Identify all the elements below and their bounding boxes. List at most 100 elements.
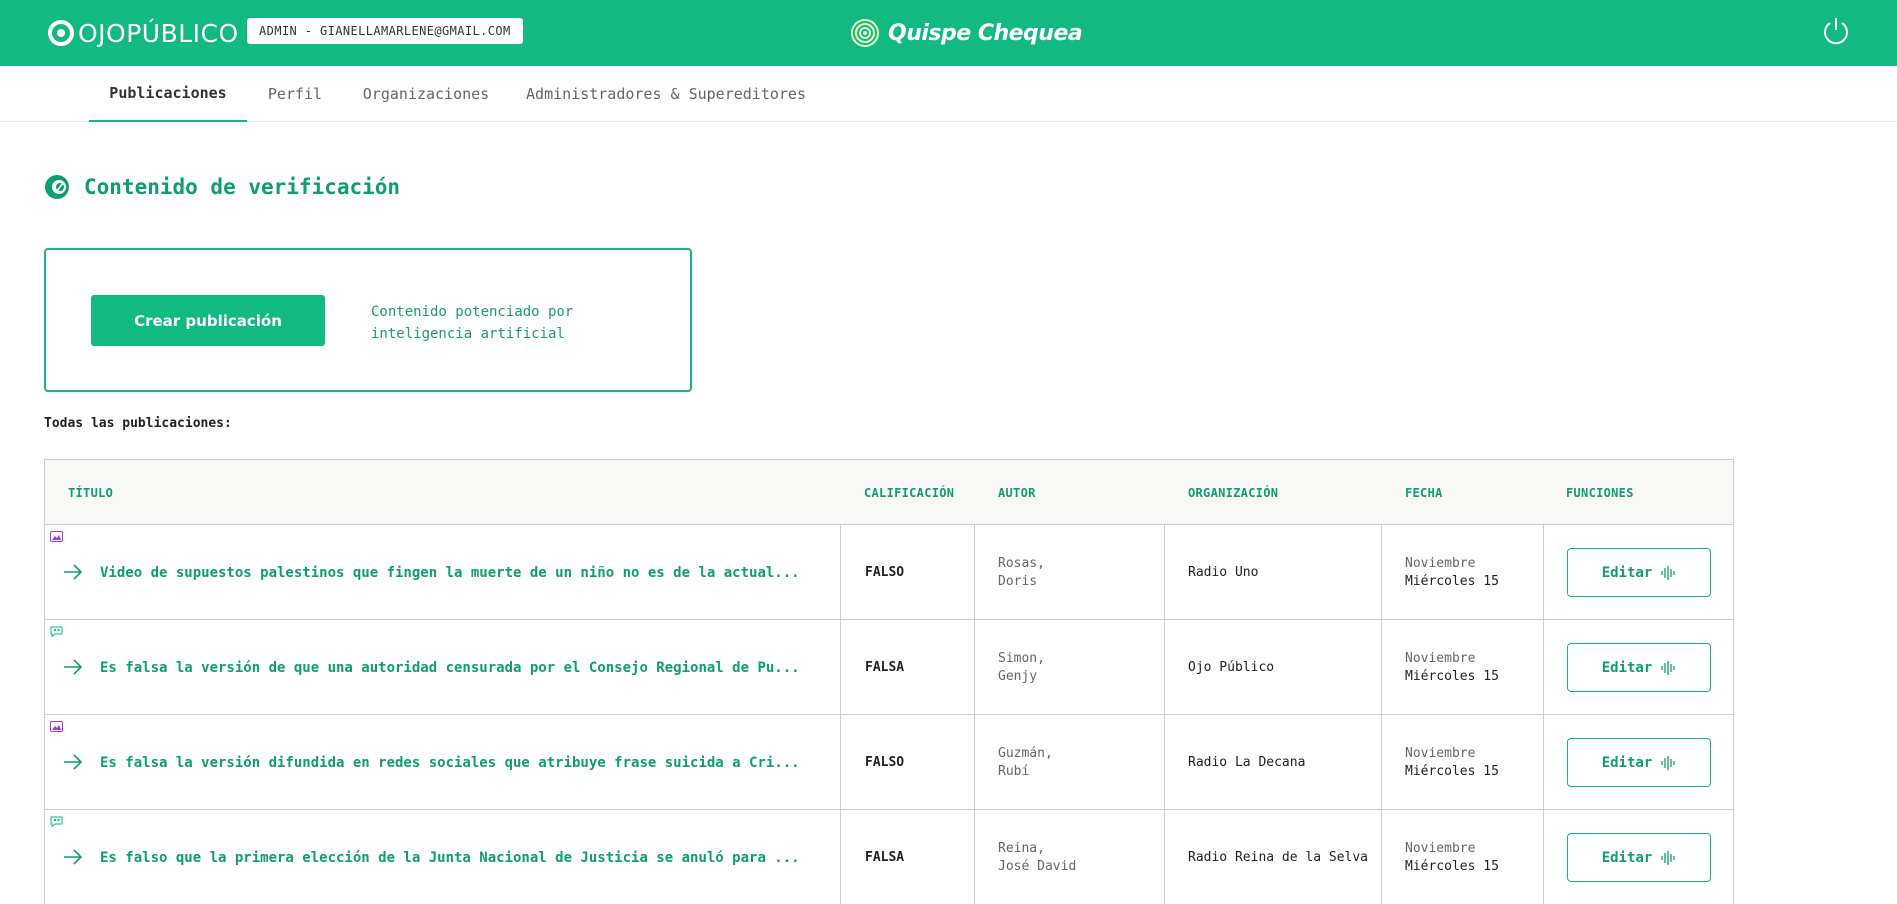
- column-divider: [1543, 620, 1544, 715]
- publication-title-link[interactable]: Es falsa la versión difundida en redes s…: [100, 715, 800, 810]
- date-day: Miércoles 15: [1405, 668, 1499, 684]
- verification-icon: [45, 175, 69, 199]
- column-divider: [1381, 620, 1382, 715]
- tab-organizaciones[interactable]: Organizaciones: [356, 66, 496, 122]
- column-divider: [1381, 525, 1382, 620]
- author-cell: Simon, Genjy: [998, 620, 1045, 715]
- date-day: Miércoles 15: [1405, 573, 1499, 589]
- rating-value: FALSA: [865, 850, 905, 865]
- col-header-date: FECHA: [1405, 485, 1443, 500]
- column-divider: [840, 620, 841, 715]
- col-header-organization: ORGANIZACIÓN: [1188, 485, 1279, 500]
- rating-value: FALSA: [865, 660, 905, 675]
- publication-title-link[interactable]: Es falso que la primera elección de la J…: [100, 810, 800, 904]
- column-divider: [974, 715, 975, 810]
- organization-value: Radio Uno: [1188, 565, 1259, 580]
- quote-icon: [50, 626, 63, 637]
- arrow-right-icon: [64, 849, 83, 865]
- col-header-author: AUTOR: [998, 485, 1036, 500]
- arrow-right-icon: [64, 564, 83, 580]
- waveform-icon: [1661, 660, 1675, 675]
- author-first-name: José David: [998, 858, 1077, 874]
- date-day: Miércoles 15: [1405, 763, 1499, 779]
- admin-badge: ADMIN - GIANELLAMARLENE@GMAIL.COM: [247, 18, 523, 44]
- author-first-name: Doris: [998, 573, 1038, 589]
- tab-perfil[interactable]: Perfil: [260, 66, 330, 122]
- author-first-name: Rubí: [998, 763, 1030, 779]
- arrow-right-icon: [64, 659, 83, 675]
- waveform-icon: [1661, 565, 1675, 580]
- date-cell: Noviembre Miércoles 15: [1405, 715, 1499, 810]
- date-day: Miércoles 15: [1405, 858, 1499, 874]
- organization-value: Radio La Decana: [1188, 755, 1306, 770]
- rating-value: FALSO: [865, 565, 905, 580]
- ai-note: Contenido potenciado por inteligencia ar…: [371, 304, 574, 342]
- column-divider: [840, 525, 841, 620]
- waveform-icon: [1661, 755, 1675, 770]
- brand-logo[interactable]: OJOPÚBLICO: [48, 18, 239, 48]
- table-row: Es falsa la versión de que una autoridad…: [45, 620, 1733, 715]
- column-divider: [840, 810, 841, 904]
- date-month: Noviembre: [1405, 745, 1476, 761]
- column-divider: [1381, 715, 1382, 810]
- arrow-right-icon: [64, 754, 83, 770]
- author-last-name: Rosas,: [998, 555, 1045, 571]
- author-cell: Rosas, Doris: [998, 525, 1045, 620]
- logout-button[interactable]: [1821, 16, 1851, 46]
- image-icon: [50, 531, 63, 542]
- edit-label: Editar: [1601, 754, 1653, 771]
- author-cell: Reina, José David: [998, 810, 1076, 904]
- brand-name: OJOPÚBLICO: [78, 18, 239, 48]
- waveform-icon: [1661, 850, 1675, 865]
- tab-publicaciones[interactable]: Publicaciones: [89, 66, 247, 122]
- column-divider: [1543, 715, 1544, 810]
- table-header: TÍTULO CALIFICACIÓN AUTOR ORGANIZACIÓN F…: [45, 460, 1733, 525]
- date-cell: Noviembre Miércoles 15: [1405, 525, 1499, 620]
- column-divider: [1543, 525, 1544, 620]
- publication-title-link[interactable]: Video de supuestos palestinos que fingen…: [100, 525, 800, 620]
- power-icon: [1824, 18, 1848, 45]
- center-brand[interactable]: Quispe Chequea: [850, 17, 1083, 49]
- date-month: Noviembre: [1405, 555, 1476, 571]
- column-divider: [974, 810, 975, 904]
- column-divider: [974, 620, 975, 715]
- create-publication-button[interactable]: Crear publicación: [91, 295, 325, 346]
- author-first-name: Genjy: [998, 668, 1038, 684]
- table-row: Video de supuestos palestinos que fingen…: [45, 525, 1733, 620]
- column-divider: [1164, 810, 1165, 904]
- author-last-name: Simon,: [998, 650, 1045, 666]
- table-row: Es falsa la versión difundida en redes s…: [45, 715, 1733, 810]
- edit-label: Editar: [1601, 564, 1653, 581]
- edit-button[interactable]: Editar: [1567, 548, 1711, 597]
- col-header-title: TÍTULO: [68, 485, 114, 500]
- edit-button[interactable]: Editar: [1567, 833, 1711, 882]
- publication-title-link[interactable]: Es falsa la versión de que una autoridad…: [100, 620, 800, 715]
- tab-administradores[interactable]: Administradores & Supereditores: [524, 66, 808, 122]
- date-month: Noviembre: [1405, 840, 1476, 856]
- list-label: Todas las publicaciones:: [44, 416, 232, 431]
- column-divider: [1164, 620, 1165, 715]
- date-month: Noviembre: [1405, 650, 1476, 666]
- table-row: Es falso que la primera elección de la J…: [45, 810, 1733, 904]
- column-divider: [1543, 810, 1544, 904]
- quote-icon: [50, 816, 63, 827]
- author-cell: Guzmán, Rubí: [998, 715, 1053, 810]
- column-divider: [840, 715, 841, 810]
- edit-button[interactable]: Editar: [1567, 643, 1711, 692]
- edit-label: Editar: [1601, 659, 1653, 676]
- eye-logo-icon: [48, 20, 74, 46]
- col-header-rating: CALIFICACIÓN: [864, 485, 955, 500]
- edit-button[interactable]: Editar: [1567, 738, 1711, 787]
- edit-label: Editar: [1601, 849, 1653, 866]
- publications-table: TÍTULO CALIFICACIÓN AUTOR ORGANIZACIÓN F…: [44, 459, 1734, 904]
- organization-value: Radio Reina de la Selva: [1188, 850, 1369, 865]
- author-last-name: Reina,: [998, 840, 1045, 856]
- author-last-name: Guzmán,: [998, 745, 1053, 761]
- center-brand-name: Quispe Chequea: [888, 20, 1083, 46]
- date-cell: Noviembre Miércoles 15: [1405, 620, 1499, 715]
- column-divider: [1381, 810, 1382, 904]
- column-divider: [1164, 715, 1165, 810]
- column-divider: [1164, 525, 1165, 620]
- radar-logo-icon: [851, 19, 879, 47]
- col-header-functions: FUNCIONES: [1566, 485, 1634, 500]
